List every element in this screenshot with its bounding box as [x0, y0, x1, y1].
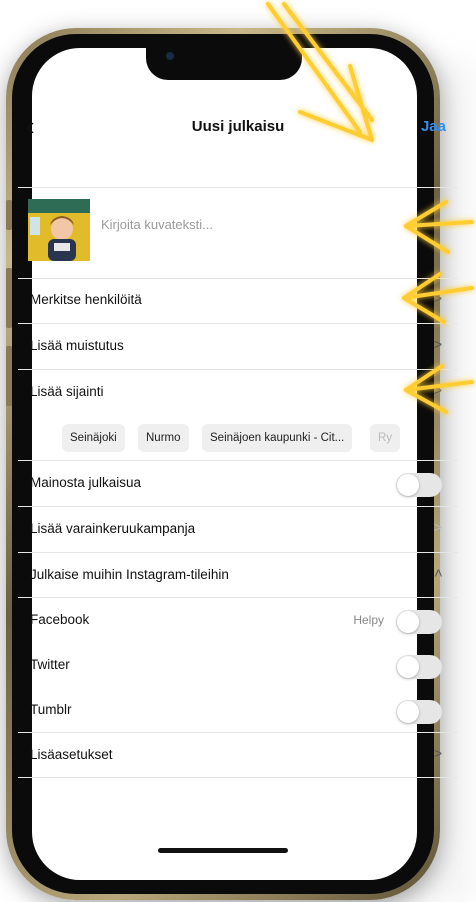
chevron-right-icon: >: [433, 745, 442, 761]
twitter-toggle[interactable]: [396, 655, 442, 679]
chevron-right-icon: >: [433, 290, 442, 306]
advanced-settings-row[interactable]: Lisäasetukset >: [0, 733, 476, 777]
twitter-row: Twitter: [0, 643, 476, 687]
promote-row: Mainosta julkaisua: [0, 461, 476, 505]
chevron-right-icon: >: [433, 336, 442, 352]
page-title: Uusi julkaisu: [191, 118, 285, 135]
tumblr-toggle[interactable]: [396, 700, 442, 724]
promote-label: Mainosta julkaisua: [30, 475, 142, 490]
chevron-right-icon: >: [433, 382, 442, 398]
tumblr-row: Tumblr: [0, 688, 476, 732]
divider: [18, 777, 458, 778]
location-chip[interactable]: Nurmo: [138, 424, 189, 452]
toggle-knob: [397, 656, 419, 678]
add-reminder-label: Lisää muistutus: [30, 338, 124, 353]
fundraiser-row[interactable]: Lisää varainkeruukampanja >: [0, 507, 476, 551]
add-location-row[interactable]: Lisää sijainti >: [0, 370, 476, 414]
share-accounts-label: Julkaise muihin Instagram-tileihin: [30, 567, 229, 582]
location-suggestions: Seinäjoki Nurmo Seinäjoen kaupunki - Cit…: [0, 418, 476, 458]
facebook-row: Facebook Helpy: [0, 598, 476, 642]
add-reminder-row[interactable]: Lisää muistutus >: [0, 324, 476, 368]
share-accounts-row[interactable]: Julkaise muihin Instagram-tileihin >: [0, 553, 476, 597]
facebook-account-hint: Helpy: [353, 613, 384, 627]
post-thumbnail[interactable]: [28, 199, 90, 261]
promote-toggle[interactable]: [396, 473, 442, 497]
toggle-knob: [397, 701, 419, 723]
tumblr-label: Tumblr: [30, 702, 72, 717]
tag-people-label: Merkitse henkilöitä: [30, 292, 142, 307]
add-location-label: Lisää sijainti: [30, 384, 104, 399]
tag-people-row[interactable]: Merkitse henkilöitä >: [0, 278, 476, 322]
fundraiser-label: Lisää varainkeruukampanja: [30, 521, 196, 536]
home-indicator[interactable]: [158, 848, 288, 853]
twitter-label: Twitter: [30, 657, 70, 672]
facebook-label: Facebook: [30, 612, 90, 627]
advanced-settings-label: Lisäasetukset: [30, 747, 113, 762]
chevron-right-icon: >: [433, 519, 442, 535]
chevron-up-icon: >: [429, 568, 446, 578]
caption-input[interactable]: Kirjoita kuvateksti...: [101, 217, 213, 232]
caption-row: Kirjoita kuvateksti...: [0, 195, 476, 271]
location-chip[interactable]: Seinäjoki: [62, 424, 125, 452]
phone-notch: [146, 40, 302, 80]
share-button[interactable]: Jaa: [421, 118, 446, 135]
toggle-knob: [397, 611, 419, 633]
location-chip[interactable]: Seinäjoen kaupunki - Cit...: [202, 424, 353, 452]
divider: [18, 187, 458, 188]
facebook-toggle[interactable]: [396, 610, 442, 634]
location-chip[interactable]: Ry: [370, 424, 401, 452]
toggle-knob: [397, 474, 419, 496]
navigation-bar: ‹ Uusi julkaisu Jaa: [0, 108, 476, 148]
front-camera: [166, 52, 174, 60]
